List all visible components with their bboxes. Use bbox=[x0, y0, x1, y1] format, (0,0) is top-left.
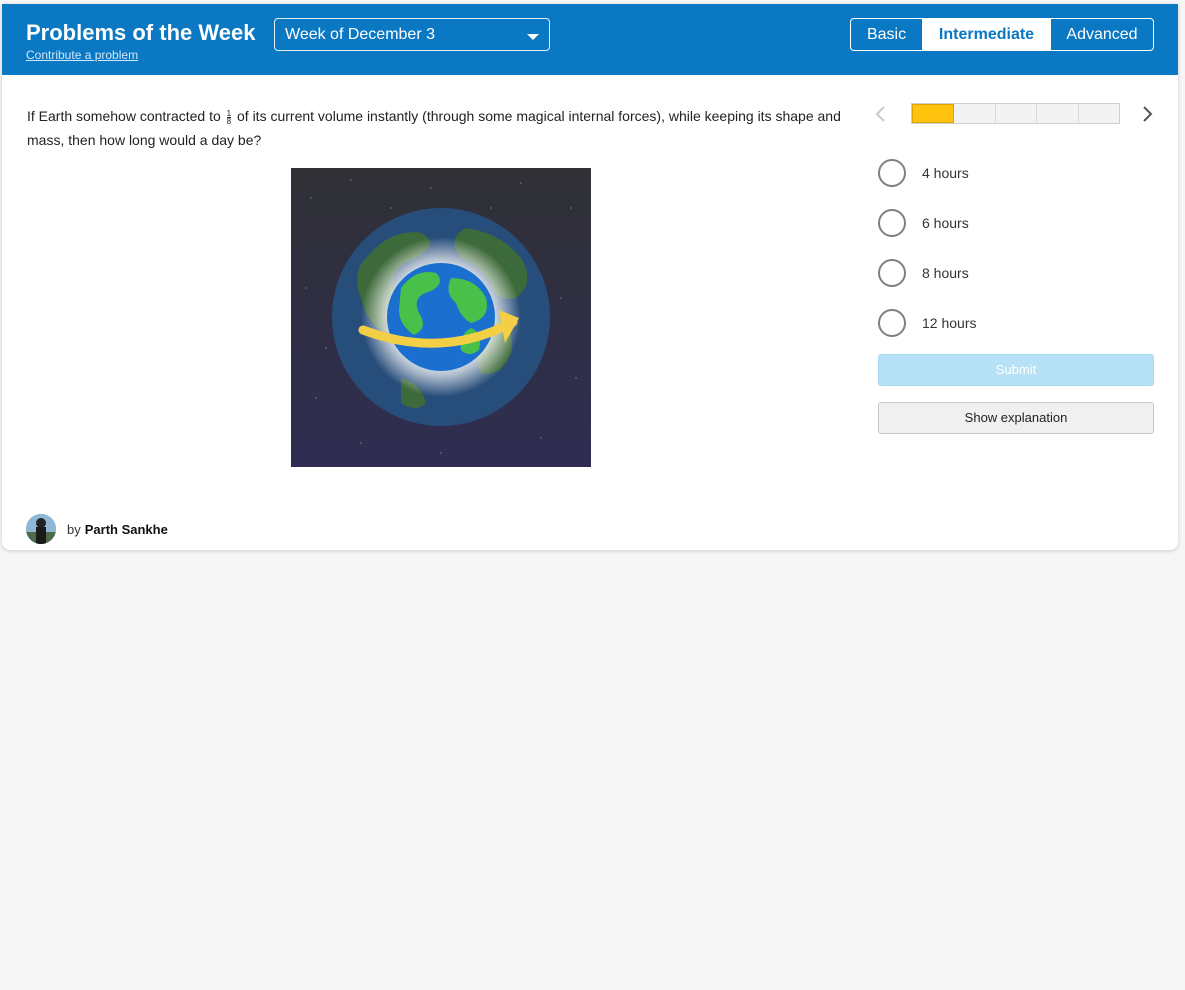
answer-option-label: 8 hours bbox=[922, 265, 969, 281]
show-explanation-button[interactable]: Show explanation bbox=[878, 402, 1154, 434]
avatar[interactable] bbox=[26, 514, 56, 544]
problem-card: Problems of the Week Contribute a proble… bbox=[2, 4, 1178, 550]
chevron-right-icon[interactable] bbox=[1140, 104, 1158, 126]
author-name[interactable]: Parth Sankhe bbox=[85, 522, 168, 537]
radio-button[interactable] bbox=[878, 159, 906, 187]
week-select[interactable]: Week of December 3 bbox=[274, 18, 550, 51]
author-credit: by Parth Sankhe bbox=[26, 513, 168, 545]
radio-button[interactable] bbox=[878, 209, 906, 237]
radio-button[interactable] bbox=[878, 309, 906, 337]
level-intermediate-button[interactable]: Intermediate bbox=[923, 19, 1050, 50]
answer-option-label: 12 hours bbox=[922, 315, 977, 331]
question-text-part1: If Earth somehow contracted to bbox=[27, 108, 221, 124]
chevron-left-icon[interactable] bbox=[874, 104, 892, 126]
answer-options: 4 hours 6 hours 8 hours 12 hours bbox=[878, 148, 1158, 348]
level-advanced-button[interactable]: Advanced bbox=[1050, 19, 1153, 50]
answer-option-label: 4 hours bbox=[922, 165, 969, 181]
fraction-denominator: 8 bbox=[226, 116, 232, 126]
progress-segment-4 bbox=[1037, 104, 1079, 123]
header-bar: Problems of the Week Contribute a proble… bbox=[2, 4, 1178, 75]
question-text: If Earth somehow contracted to 1 8 of it… bbox=[27, 104, 857, 152]
submit-button[interactable]: Submit bbox=[878, 354, 1154, 386]
answer-option[interactable]: 12 hours bbox=[878, 298, 1158, 348]
progress-segment-2 bbox=[954, 104, 996, 123]
progress-segment-3 bbox=[996, 104, 1038, 123]
answer-option[interactable]: 4 hours bbox=[878, 148, 1158, 198]
page-title: Problems of the Week bbox=[26, 20, 256, 45]
radio-button[interactable] bbox=[878, 259, 906, 287]
earth-contracting-icon bbox=[291, 168, 591, 467]
level-switcher: Basic Intermediate Advanced bbox=[850, 18, 1154, 51]
progress-segment-1 bbox=[912, 104, 955, 123]
answer-option[interactable]: 8 hours bbox=[878, 248, 1158, 298]
chevron-down-icon bbox=[527, 34, 539, 40]
progress-bar bbox=[911, 103, 1120, 124]
progress-segment-5 bbox=[1079, 104, 1119, 123]
answer-option[interactable]: 6 hours bbox=[878, 198, 1158, 248]
author-prefix: by bbox=[67, 521, 81, 537]
answer-option-label: 6 hours bbox=[922, 215, 969, 231]
level-basic-button[interactable]: Basic bbox=[851, 19, 923, 50]
week-select-value: Week of December 3 bbox=[285, 26, 435, 43]
contribute-link[interactable]: Contribute a problem bbox=[26, 48, 138, 62]
fraction: 1 8 bbox=[226, 109, 232, 126]
